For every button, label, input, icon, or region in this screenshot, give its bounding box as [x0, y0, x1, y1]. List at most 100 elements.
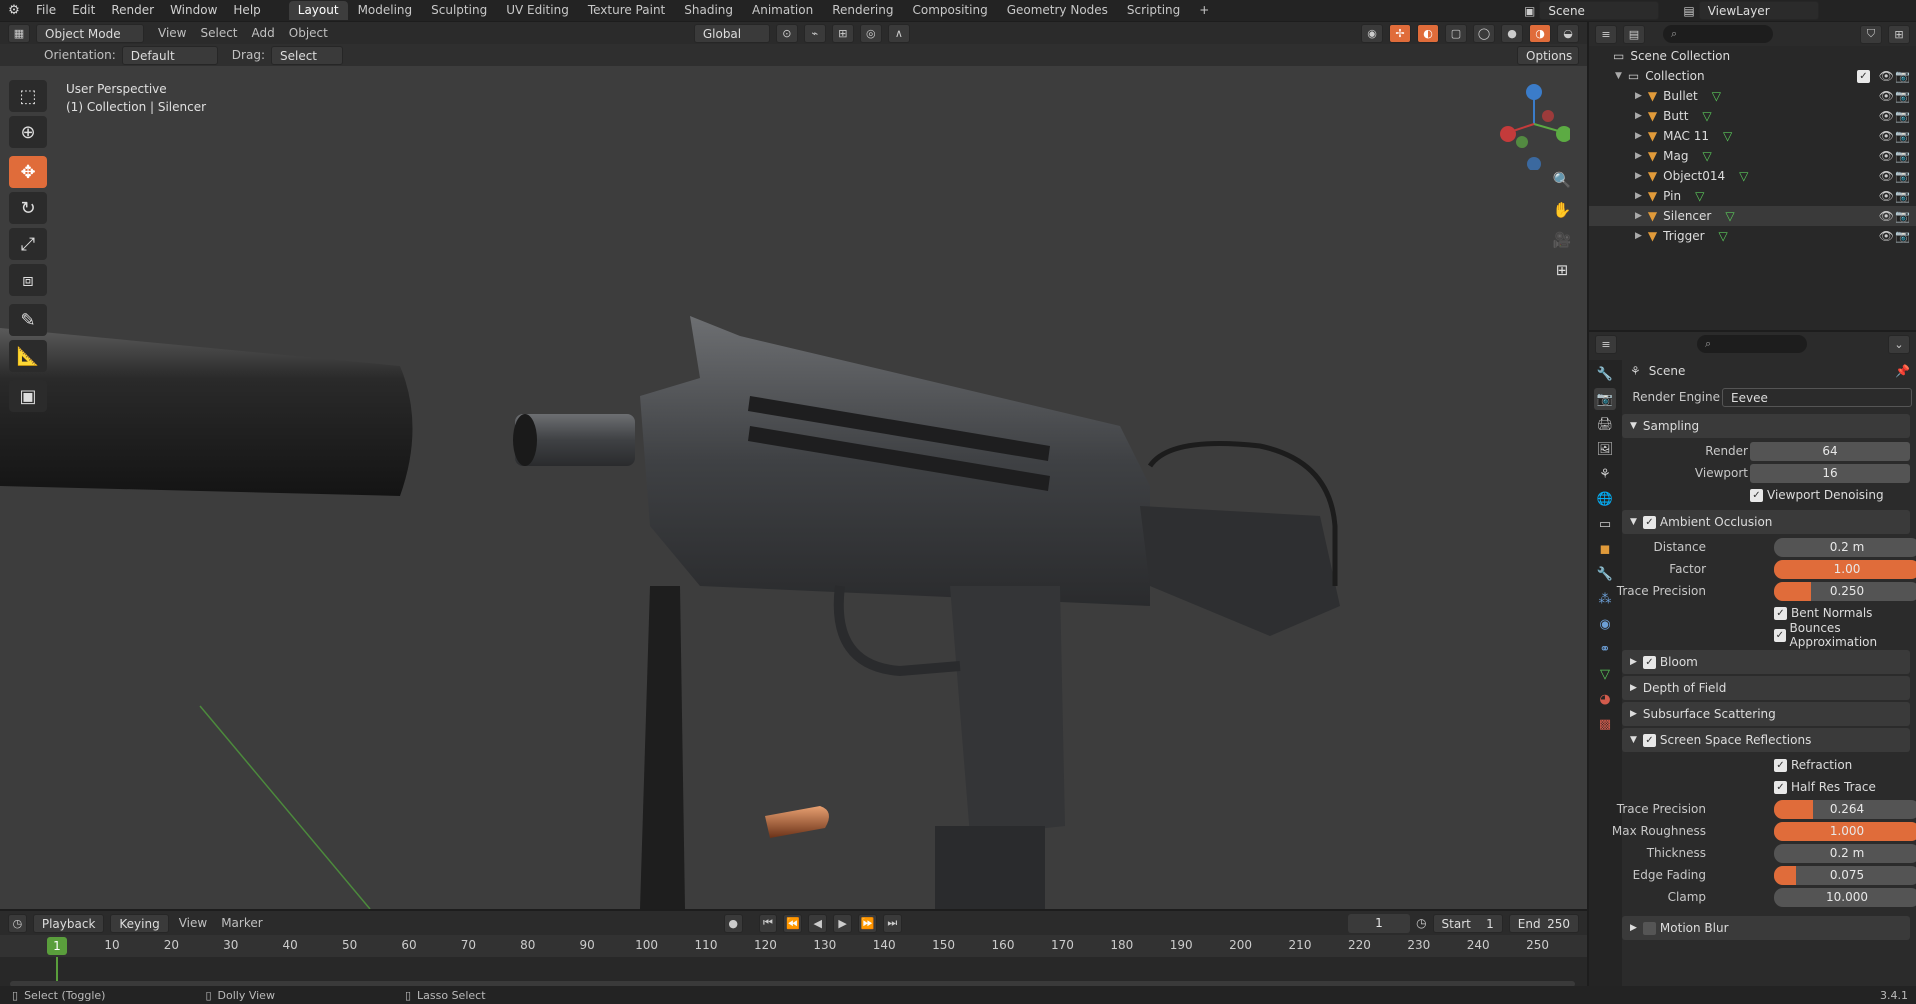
expand-arrow-icon[interactable]: ▶: [1635, 91, 1642, 101]
tool-tab-icon[interactable]: 🔧: [1594, 363, 1616, 385]
annotate-tool-icon[interactable]: ✎: [9, 304, 47, 336]
eye-icon[interactable]: 👁: [1879, 69, 1894, 83]
tab-scripting[interactable]: Scripting: [1118, 1, 1189, 20]
menu-file[interactable]: File: [28, 0, 64, 21]
camera-icon[interactable]: 📷: [1895, 169, 1910, 183]
measure-tool-icon[interactable]: 📐: [9, 340, 47, 372]
tab-modeling[interactable]: Modeling: [349, 1, 422, 20]
menu-view[interactable]: View: [158, 26, 186, 40]
visibility-icon[interactable]: ◉: [1361, 23, 1383, 43]
falloff-icon[interactable]: ∧: [887, 23, 910, 43]
eye-icon[interactable]: 👁: [1879, 89, 1894, 103]
view-layer-icon[interactable]: ▤: [1683, 4, 1694, 18]
camera-icon[interactable]: 📷: [1895, 209, 1910, 223]
ao-trace-slider[interactable]: 0.250: [1774, 581, 1916, 601]
end-frame-field[interactable]: End 250: [1508, 913, 1580, 933]
max-roughness-slider[interactable]: 1.000: [1774, 821, 1916, 841]
outliner-row-trigger[interactable]: ▶ ▼ Trigger ▽ 👁 📷: [1589, 226, 1916, 246]
select-box-tool-icon[interactable]: ⬚: [9, 80, 47, 112]
start-frame-field[interactable]: Start 1: [1432, 913, 1503, 933]
view-layer-selector[interactable]: ViewLayer: [1698, 1, 1819, 20]
timeline-view-menu[interactable]: View: [179, 916, 207, 930]
sss-panel-header[interactable]: ▶ Subsurface Scattering: [1622, 702, 1910, 726]
current-frame-field[interactable]: 1: [1347, 913, 1411, 933]
transform-tool-icon[interactable]: ⧈: [9, 264, 47, 296]
pin-icon[interactable]: 📌: [1895, 364, 1910, 378]
filter-icon[interactable]: ⛉: [1860, 24, 1882, 44]
pan-hand-icon[interactable]: ✋: [1548, 196, 1576, 224]
menu-object[interactable]: Object: [289, 26, 328, 40]
scene-tab-icon[interactable]: ⚘: [1594, 463, 1616, 485]
tab-geometry-nodes[interactable]: Geometry Nodes: [998, 1, 1117, 20]
viewport-denoising-checkbox[interactable]: ✓ Viewport Denoising: [1750, 488, 1884, 502]
world-tab-icon[interactable]: 🌐: [1594, 488, 1616, 510]
3d-viewport[interactable]: User Perspective (1) Collection | Silenc…: [0, 66, 1587, 909]
camera-icon[interactable]: 📷: [1895, 189, 1910, 203]
material-tab-icon[interactable]: ◕: [1594, 688, 1616, 710]
axis-gizmo[interactable]: [1490, 80, 1570, 170]
menu-select[interactable]: Select: [200, 26, 237, 40]
solid-shading-icon[interactable]: ●: [1501, 23, 1523, 43]
outliner-row-pin[interactable]: ▶ ▼ Pin ▽ 👁 📷: [1589, 186, 1916, 206]
menu-render[interactable]: Render: [103, 0, 162, 21]
tab-sculpting[interactable]: Sculpting: [422, 1, 496, 20]
render-samples-field[interactable]: 64: [1750, 441, 1910, 461]
expand-arrow-icon[interactable]: ▶: [1635, 211, 1642, 221]
expand-arrow-icon[interactable]: ▼: [1615, 71, 1622, 81]
camera-icon[interactable]: 📷: [1895, 129, 1910, 143]
clamp-field[interactable]: 10.000: [1774, 887, 1916, 907]
expand-arrow-icon[interactable]: ▶: [1635, 191, 1642, 201]
scene-selector[interactable]: Scene: [1539, 1, 1660, 20]
editor-type-icon[interactable]: ▦: [8, 23, 30, 43]
eye-icon[interactable]: 👁: [1879, 229, 1894, 243]
camera-icon[interactable]: 📷: [1895, 109, 1910, 123]
outliner-row-mag[interactable]: ▶ ▼ Mag ▽ 👁 📷: [1589, 146, 1916, 166]
view-layer-tab-icon[interactable]: 🖼: [1594, 438, 1616, 460]
collection-checkbox[interactable]: ✓: [1857, 69, 1870, 83]
camera-view-icon[interactable]: 🎥: [1548, 226, 1576, 254]
outliner-search-input[interactable]: ⌕: [1663, 25, 1773, 43]
menu-edit[interactable]: Edit: [64, 0, 103, 21]
eye-icon[interactable]: 👁: [1879, 149, 1894, 163]
display-mode-icon[interactable]: ▤: [1623, 24, 1645, 44]
refraction-checkbox[interactable]: ✓ Refraction: [1774, 758, 1852, 772]
pivot-icon[interactable]: ⊙: [775, 23, 798, 43]
timeline-marker-menu[interactable]: Marker: [221, 916, 262, 930]
data-tab-icon[interactable]: ▽: [1594, 663, 1616, 685]
mode-dropdown[interactable]: Object Mode: [36, 23, 144, 43]
orientation-dropdown[interactable]: Default: [121, 45, 218, 65]
options-dropdown[interactable]: Options: [1517, 45, 1579, 65]
rendered-shading-icon[interactable]: ◒: [1557, 23, 1579, 43]
outliner-row-bullet[interactable]: ▶ ▼ Bullet ▽ 👁 📷: [1589, 86, 1916, 106]
add-cube-tool-icon[interactable]: ▣: [9, 380, 47, 412]
sampling-panel-header[interactable]: ▼ Sampling: [1622, 414, 1910, 438]
collection-tab-icon[interactable]: ▭: [1594, 513, 1616, 535]
playhead-frame[interactable]: 1: [47, 937, 67, 955]
outliner-row-butt[interactable]: ▶ ▼ Butt ▽ 👁 📷: [1589, 106, 1916, 126]
play-reverse-icon[interactable]: ◀: [808, 913, 828, 933]
dof-panel-header[interactable]: ▶ Depth of Field: [1622, 676, 1910, 700]
overlay-icon[interactable]: ◐: [1417, 23, 1439, 43]
eye-icon[interactable]: 👁: [1879, 129, 1894, 143]
expand-arrow-icon[interactable]: ▶: [1635, 171, 1642, 181]
output-tab-icon[interactable]: 🖨: [1594, 413, 1616, 435]
modifier-tab-icon[interactable]: 🔧: [1594, 563, 1616, 585]
zoom-icon[interactable]: 🔍: [1548, 166, 1576, 194]
edge-fading-slider[interactable]: 0.075: [1774, 865, 1916, 885]
proportional-edit-icon[interactable]: ◎: [859, 23, 882, 43]
timeline-ruler[interactable]: 1 10 20 30 40 50 60 70 80 90 100 110 120 130 140 150 16…: [0, 935, 1587, 957]
eye-icon[interactable]: 👁: [1879, 189, 1894, 203]
timeline-editor-icon[interactable]: ◷: [8, 913, 27, 933]
ssr-trace-slider[interactable]: 0.264: [1774, 799, 1916, 819]
half-res-checkbox[interactable]: ✓ Half Res Trace: [1774, 780, 1876, 794]
motion-blur-panel-header[interactable]: ▶ Motion Blur: [1622, 916, 1910, 940]
scene-icon[interactable]: ▣: [1524, 4, 1535, 18]
ao-factor-slider[interactable]: 1.00: [1774, 559, 1916, 579]
render-tab-icon[interactable]: 📷: [1594, 388, 1616, 410]
scale-tool-icon[interactable]: ⤢: [9, 228, 47, 260]
thickness-field[interactable]: 0.2 m: [1774, 843, 1916, 863]
camera-icon[interactable]: 📷: [1895, 69, 1910, 83]
tab-shading[interactable]: Shading: [675, 1, 742, 20]
object-tab-icon[interactable]: ◼: [1594, 538, 1616, 560]
physics-tab-icon[interactable]: ◉: [1594, 613, 1616, 635]
